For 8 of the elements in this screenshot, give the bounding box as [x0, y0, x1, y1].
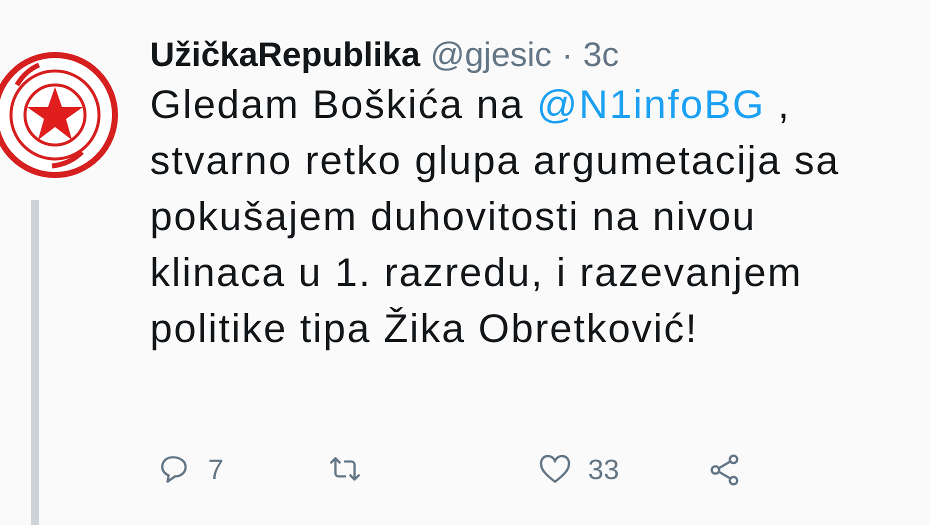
tweet-time: 3c — [583, 36, 619, 75]
user-handle[interactable]: @gjesic — [430, 36, 552, 75]
reply-count: 7 — [208, 454, 224, 486]
tweet-text: Gledam Boškića na @N1infoBG , stvarno retko glupa argumetacija sa pokušajem duhovitosti na nivou klinaca u 1. razredu, i razevanjem politike tipa Žika Obretković! — [150, 82, 841, 353]
like-count: 33 — [588, 454, 620, 486]
separator-dot: · — [562, 36, 573, 75]
mention-link[interactable]: @N1infoBG — [536, 83, 766, 127]
display-name[interactable]: UžičkaRepublika — [150, 36, 420, 75]
